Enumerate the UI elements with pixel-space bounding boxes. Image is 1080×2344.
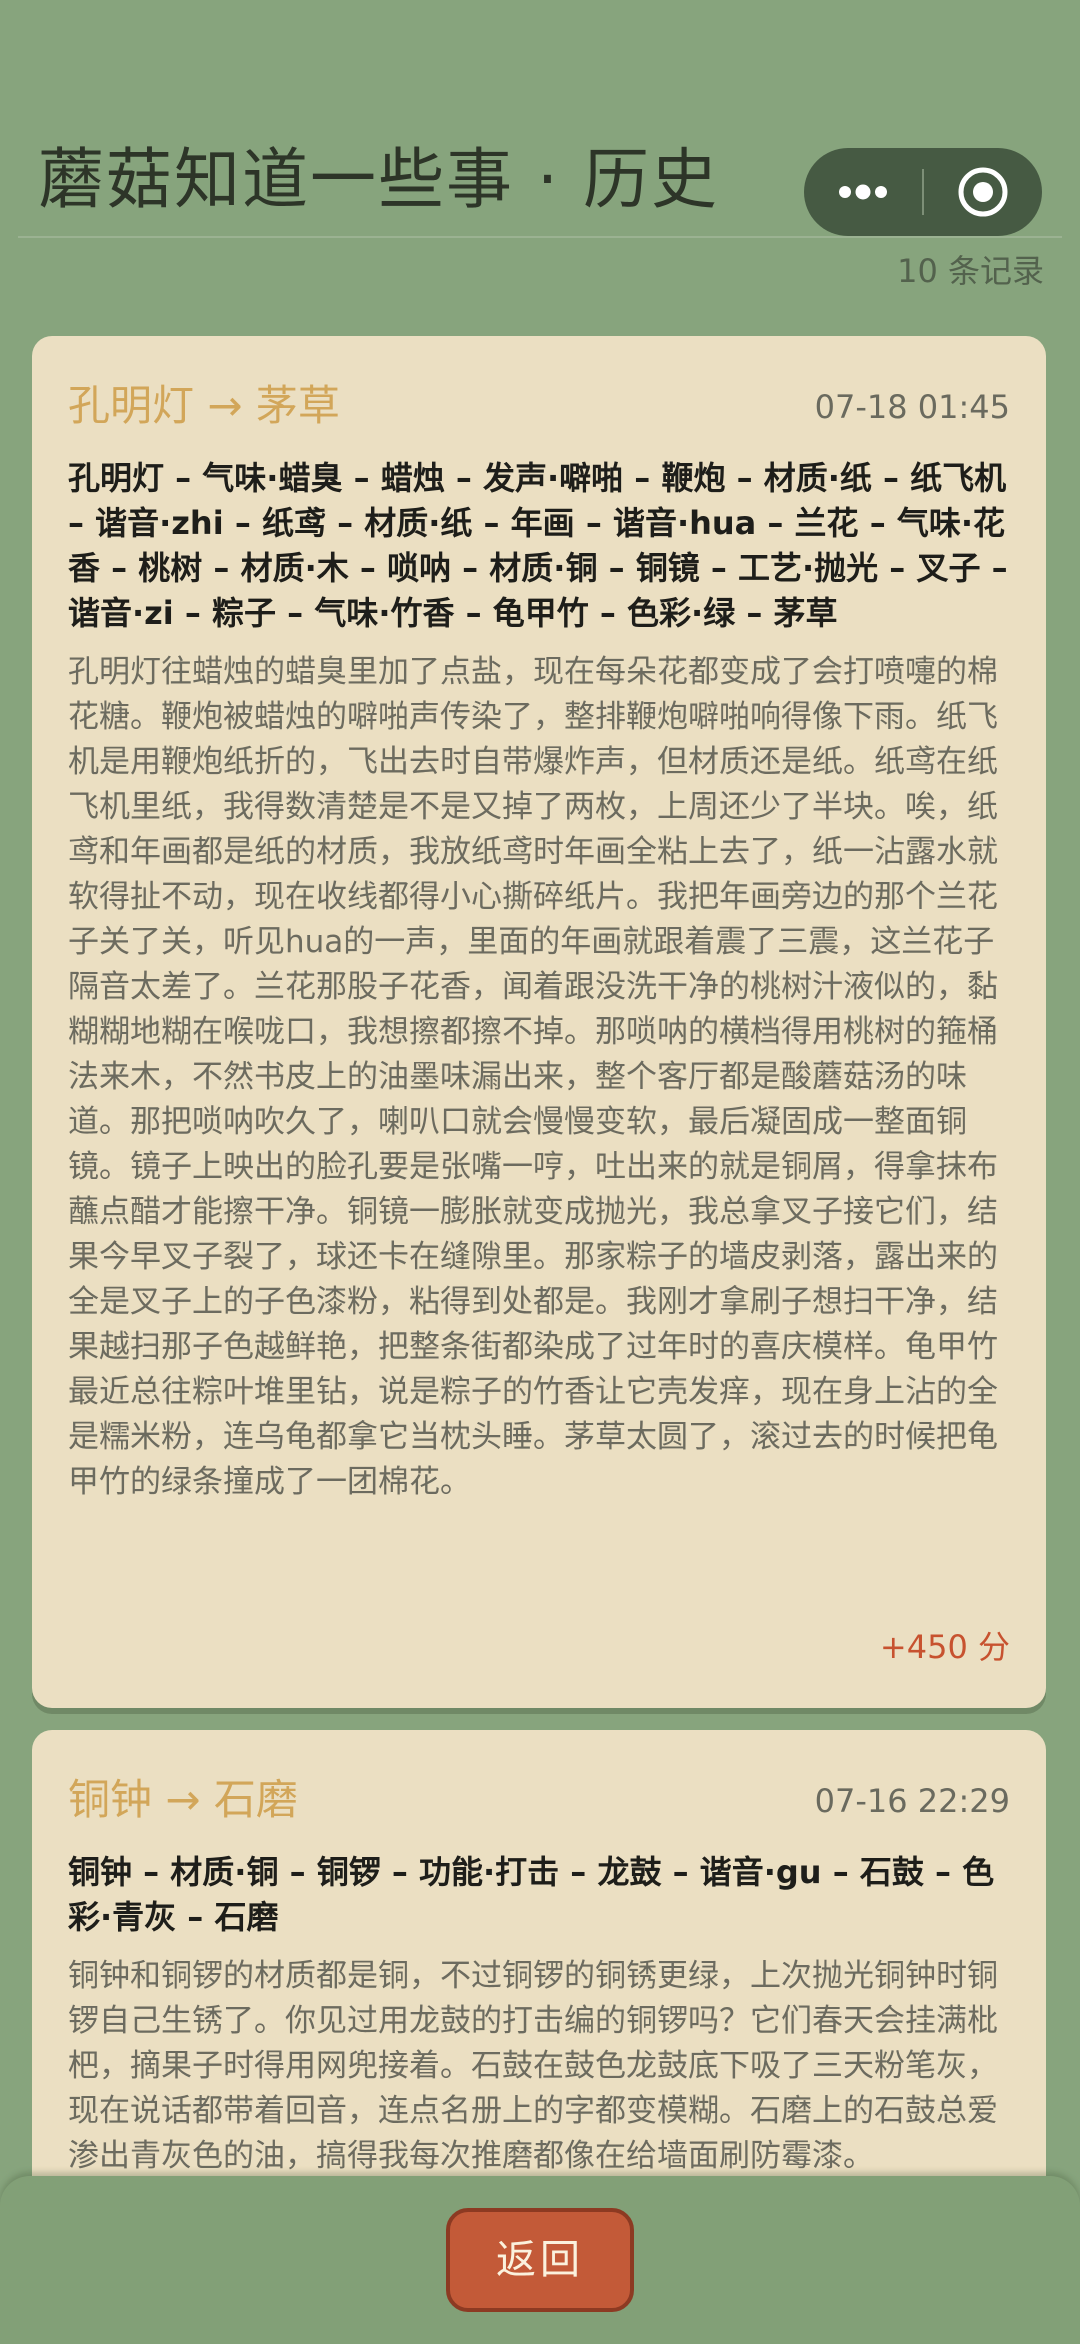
record-count: 10 条记录: [897, 252, 1044, 290]
close-button[interactable]: [924, 148, 1042, 236]
association-chain: 孔明灯 – 气味·蜡臭 – 蜡烛 – 发声·噼啪 – 鞭炮 – 材质·纸 – 纸…: [68, 459, 1008, 632]
target-circle-icon: [958, 167, 1008, 217]
history-list[interactable]: 孔明灯 → 茅草 07-18 01:45 孔明灯 – 气味·蜡臭 – 蜡烛 – …: [0, 336, 1080, 2176]
history-page: 蘑菇知道一些事 · 历史 10 条记录 孔明灯 → 茅草 07-18 01:45…: [0, 0, 1080, 2344]
more-dots-icon: [839, 184, 887, 200]
card-time: 07-16 22:29: [814, 1782, 1010, 1820]
story-text: 铜钟和铜锣的材质都是铜，不过铜锣的铜锈更绿，上次抛光铜钟时铜锣自己生锈了。你见过…: [68, 1958, 998, 2174]
history-card: 铜钟 → 石磨 07-16 22:29 铜钟 – 材质·铜 – 铜锣 – 功能·…: [32, 1730, 1046, 2176]
association-chain: 铜钟 – 材质·铜 – 铜锣 – 功能·打击 – 龙鼓 – 谐音·gu – 石鼓…: [68, 1853, 995, 1936]
story-text: 孔明灯往蜡烛的蜡臭里加了点盐，现在每朵花都变成了会打喷嚏的棉花糖。鞭炮被蜡烛的噼…: [68, 654, 998, 1500]
card-header: 铜钟 → 石磨 07-16 22:29: [68, 1770, 1010, 1830]
more-button[interactable]: [804, 148, 922, 236]
card-title: 孔明灯 → 茅草: [68, 381, 340, 430]
header: 蘑菇知道一些事 · 历史 10 条记录: [0, 0, 1080, 290]
mini-program-capsule: [804, 148, 1042, 236]
back-button[interactable]: 返回: [446, 2208, 634, 2312]
card-header: 孔明灯 → 茅草 07-18 01:45: [68, 376, 1010, 436]
card-title: 铜钟 → 石磨: [68, 1775, 298, 1824]
bottom-bar: 返回: [0, 2176, 1080, 2344]
page-title: 蘑菇知道一些事 · 历史: [38, 141, 719, 218]
card-time: 07-18 01:45: [814, 388, 1010, 426]
header-divider: [18, 236, 1062, 238]
score-badge: +450 分: [879, 1628, 1010, 1666]
history-card: 孔明灯 → 茅草 07-18 01:45 孔明灯 – 气味·蜡臭 – 蜡烛 – …: [32, 336, 1046, 1708]
